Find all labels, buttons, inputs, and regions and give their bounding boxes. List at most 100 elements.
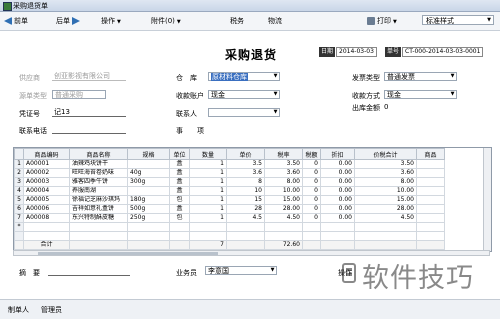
table-cell[interactable]: A00002 xyxy=(23,168,70,178)
grid-col-header[interactable]: 单价 xyxy=(226,148,265,160)
table-cell[interactable]: 0 xyxy=(302,213,321,223)
table-cell[interactable]: 3.6 xyxy=(226,168,265,178)
table-cell[interactable] xyxy=(416,195,445,205)
grid-col-header[interactable]: 单位 xyxy=(169,148,190,160)
logistics-button[interactable]: 物流 xyxy=(268,16,282,26)
table-cell[interactable]: 4.50 xyxy=(354,213,417,223)
table-cell[interactable]: 1 xyxy=(189,159,227,169)
table-cell[interactable]: 0.00 xyxy=(320,177,355,187)
table-cell[interactable]: 8.00 xyxy=(264,177,303,187)
pay-method-select[interactable]: 现金 ▼ xyxy=(384,90,457,99)
grid-col-header[interactable]: 数量 xyxy=(189,148,227,160)
table-cell[interactable] xyxy=(23,222,70,232)
summary-field[interactable] xyxy=(48,267,130,276)
table-cell[interactable]: 3.60 xyxy=(354,168,417,178)
table-cell[interactable]: 0 xyxy=(302,168,321,178)
table-cell[interactable]: 吉祥如意礼盒饼 xyxy=(69,204,128,214)
table-cell[interactable] xyxy=(127,222,170,232)
table-cell[interactable]: 40g xyxy=(127,168,170,178)
table-cell[interactable]: 15.00 xyxy=(264,195,303,205)
grid-col-header[interactable]: 商品 xyxy=(416,148,445,160)
table-cell[interactable]: 盒 xyxy=(169,159,190,169)
invoice-type-select[interactable]: 普通发票 ▼ xyxy=(384,72,457,81)
table-cell[interactable] xyxy=(416,204,445,214)
operate-menu[interactable]: 操作 ▼ xyxy=(101,16,121,26)
table-cell[interactable]: 0.00 xyxy=(320,204,355,214)
table-cell[interactable]: 15.00 xyxy=(354,195,417,205)
warehouse-select[interactable]: 原材料仓库 ▼ xyxy=(208,72,280,81)
table-cell[interactable] xyxy=(416,177,445,187)
tax-button[interactable]: 税务 xyxy=(230,16,244,26)
table-cell[interactable]: A00006 xyxy=(23,204,70,214)
table-row[interactable]: 4 A00004 养服南湖盒 1 10 10.00 0 0.00 10.00 xyxy=(14,186,445,196)
table-cell[interactable]: 养服南湖 xyxy=(69,186,128,196)
table-cell[interactable]: 28 xyxy=(226,204,265,214)
table-cell[interactable]: 4.5 xyxy=(226,213,265,223)
table-cell[interactable]: 1 xyxy=(189,168,227,178)
table-cell[interactable]: 徐福记芝麻沙琪玛 xyxy=(69,195,128,205)
table-cell[interactable]: 0.00 xyxy=(320,213,355,223)
table-cell[interactable]: 盒 xyxy=(169,186,190,196)
table-cell[interactable] xyxy=(416,159,445,169)
table-cell[interactable]: 0.00 xyxy=(320,159,355,169)
pay-account-select[interactable]: 现金 ▼ xyxy=(208,90,280,99)
print-button[interactable]: 打印 ▼ xyxy=(367,16,397,26)
table-cell[interactable]: 300g xyxy=(127,177,170,187)
table-cell[interactable]: A00008 xyxy=(23,213,70,223)
items-grid[interactable]: 商品编码 商品名称 规格 单位 数量 单价 税率 税额 折扣 价税合计 商品 1 A00001 油辣鸡块… xyxy=(13,147,492,252)
table-cell[interactable] xyxy=(320,222,355,232)
table-cell[interactable] xyxy=(226,222,265,232)
table-cell[interactable] xyxy=(127,186,170,196)
table-cell[interactable]: 1 xyxy=(189,213,227,223)
table-cell[interactable]: 旺旺海苔卷奶味 xyxy=(69,168,128,178)
table-cell[interactable]: 4.50 xyxy=(264,213,303,223)
date-field[interactable]: 日期 2014-03-03 xyxy=(319,47,377,57)
table-cell[interactable] xyxy=(127,159,170,169)
table-cell[interactable]: 1 xyxy=(189,177,227,187)
attachments-button[interactable]: 附件(0) ▼ xyxy=(151,16,181,26)
table-cell[interactable]: 1 xyxy=(189,195,227,205)
table-cell[interactable]: 0 xyxy=(302,159,321,169)
grid-vertical-scrollbar[interactable] xyxy=(483,148,491,251)
table-cell[interactable] xyxy=(302,222,321,232)
table-cell[interactable]: 28.00 xyxy=(264,204,303,214)
table-cell[interactable]: 500g xyxy=(127,204,170,214)
grid-col-header[interactable]: 折扣 xyxy=(320,148,355,160)
next-button[interactable]: 后单 xyxy=(56,16,82,26)
table-cell[interactable]: 0 xyxy=(302,177,321,187)
contact-select[interactable]: ▼ xyxy=(208,108,280,117)
table-row[interactable]: 3 A00003 雅客四季牛饼 300g 盒 1 8 8.00 0 0.00 8.00 xyxy=(14,177,445,187)
scroll-thumb[interactable] xyxy=(38,252,218,255)
table-cell[interactable]: 180g xyxy=(127,195,170,205)
grid-col-header[interactable] xyxy=(14,148,24,160)
table-cell[interactable]: 15 xyxy=(226,195,265,205)
table-cell[interactable]: 10.00 xyxy=(354,186,417,196)
print-style-select[interactable]: 标准样式 ▼ xyxy=(422,15,494,25)
table-cell[interactable]: 油辣鸡块饼干 xyxy=(69,159,128,169)
table-cell[interactable] xyxy=(416,222,445,232)
table-cell[interactable]: A00001 xyxy=(23,159,70,169)
table-cell[interactable]: 1 xyxy=(189,204,227,214)
table-cell[interactable]: 10.00 xyxy=(264,186,303,196)
new-row[interactable]: * xyxy=(14,222,445,232)
grid-col-header[interactable]: 税额 xyxy=(302,148,321,160)
table-cell[interactable] xyxy=(416,213,445,223)
table-row[interactable]: 1 A00001 油辣鸡块饼干盒 1 3.5 3.50 0 0.00 3.50 xyxy=(14,159,445,169)
table-cell[interactable]: 0 xyxy=(302,186,321,196)
table-cell[interactable]: 盒 xyxy=(169,177,190,187)
supplier-field[interactable]: 创亚影视有限公司 xyxy=(52,72,126,81)
table-cell[interactable]: 1 xyxy=(189,186,227,196)
grid-col-header[interactable]: 商品编码 xyxy=(23,148,70,160)
table-cell[interactable]: 3.5 xyxy=(226,159,265,169)
table-row[interactable]: 5 A00005 徐福记芝麻沙琪玛 180g 包 1 15 15.00 0 0.00 15.00 xyxy=(14,195,445,205)
table-cell[interactable] xyxy=(416,186,445,196)
table-cell[interactable]: 3.60 xyxy=(264,168,303,178)
table-cell[interactable] xyxy=(169,222,190,232)
table-cell[interactable] xyxy=(416,168,445,178)
table-cell[interactable]: 3.50 xyxy=(264,159,303,169)
voucher-field[interactable]: 记13 xyxy=(52,108,126,117)
table-cell[interactable]: 250g xyxy=(127,213,170,223)
table-cell[interactable]: 3.50 xyxy=(354,159,417,169)
source-type-select[interactable]: 普通采购 xyxy=(52,90,106,99)
table-row[interactable]: 2 A00002 旺旺海苔卷奶味 40g 盒 1 3.6 3.60 0 0.00 3.60 xyxy=(14,168,445,178)
